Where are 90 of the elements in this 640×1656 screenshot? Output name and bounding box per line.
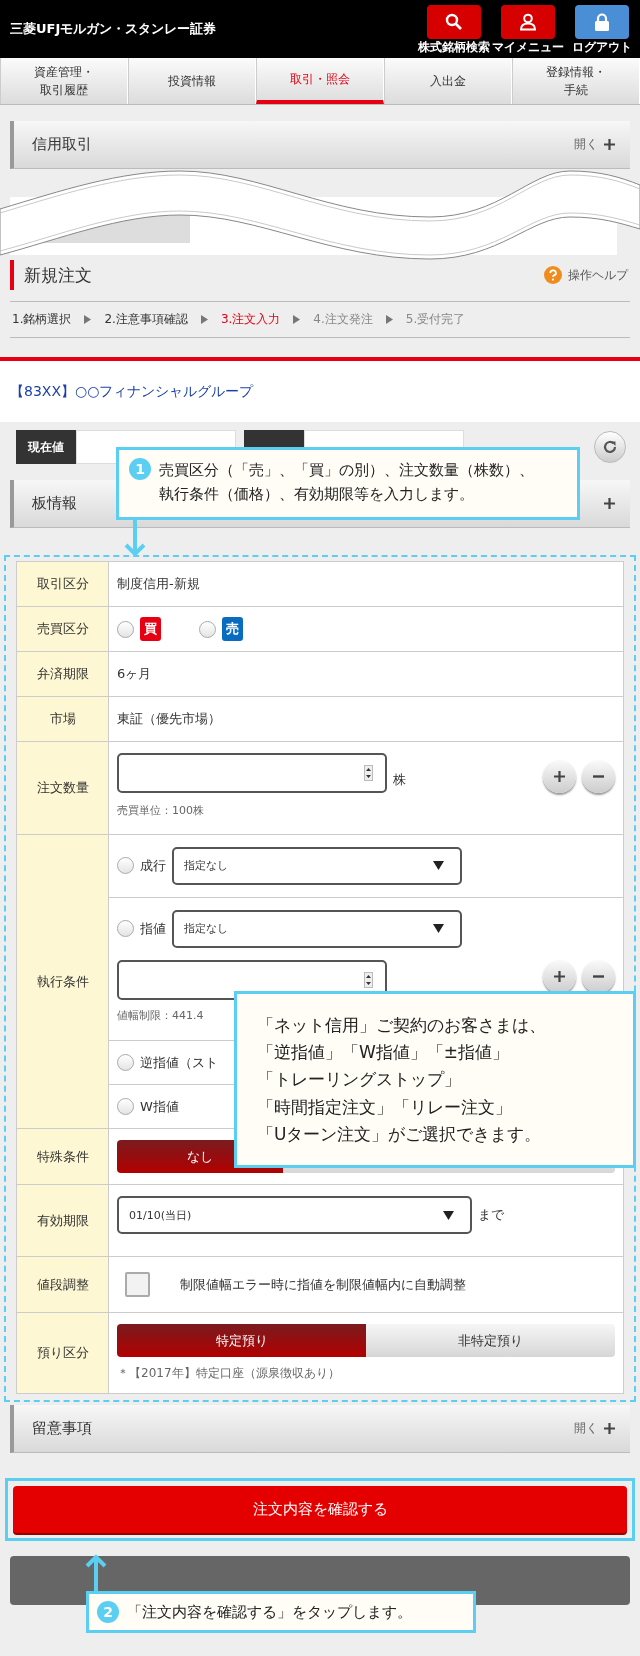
step-arrow-icon [84, 315, 92, 324]
field-label: 売買区分 [17, 607, 109, 651]
step-number-badge: 1 [129, 458, 151, 480]
field-value: 6ヶ月 [117, 665, 153, 683]
step-label: 3.注文入力 [220, 311, 281, 328]
user-icon [519, 13, 537, 31]
brand-logo: 三菱UFJモルガン・スタンレー証券 [10, 20, 217, 38]
field-label: 預り区分 [17, 1313, 109, 1393]
decrease-button[interactable] [582, 959, 615, 993]
page-title: 新規注文 [24, 263, 92, 287]
dropdown[interactable]: 指定なし [172, 846, 462, 885]
refresh-icon [602, 439, 618, 455]
nav-tab[interactable]: 登録情報・ 手続 [512, 58, 640, 104]
unit-label: 株 [393, 770, 406, 789]
radio-button[interactable] [117, 1054, 134, 1072]
logout-button[interactable]: ログアウト [566, 5, 638, 58]
step-label: 1.銘柄選択 [12, 311, 72, 328]
step-number-badge: 2 [97, 1601, 119, 1623]
caret-icon [433, 861, 444, 871]
step-arrow-icon [385, 315, 393, 324]
field-label: 有効期限 [17, 1185, 109, 1256]
increase-button[interactable] [543, 760, 576, 793]
field-value: 制度信用-新規 [117, 575, 201, 593]
stock-name-link[interactable]: 【83XX】○○フィナンシャルグループ [10, 382, 254, 401]
caret-icon [443, 1210, 454, 1220]
dropdown[interactable]: 指定なし [172, 909, 462, 948]
option-label: W指値 [140, 1097, 179, 1116]
plus-icon [553, 969, 566, 983]
spinner-icon[interactable] [364, 971, 373, 988]
help-icon [544, 266, 562, 284]
step-label: 4.注文発注 [313, 311, 373, 328]
field-label: 執行条件 [17, 835, 109, 1128]
stock-search-button[interactable]: 株式銘柄検索 [418, 5, 490, 58]
segment-button[interactable]: 非特定預り [366, 1324, 615, 1357]
quote-label: 現在値 [16, 430, 76, 464]
plus-icon [553, 770, 566, 783]
radio-button[interactable] [117, 620, 134, 638]
section-title: 信用取引 [32, 135, 92, 154]
hint-text: 売買単位：100株 [117, 803, 204, 818]
field-label: 市場 [17, 697, 109, 741]
help-link[interactable]: 操作ヘルプ [544, 266, 628, 284]
nav-tab[interactable]: 入出金 [384, 58, 512, 104]
radio-button[interactable] [117, 1098, 134, 1116]
field-label: 特殊条件 [17, 1129, 109, 1184]
search-icon [445, 13, 463, 31]
step-arrow-icon [293, 315, 301, 324]
callout-text: 「注文内容を確認する」をタップします。 [127, 1601, 412, 1623]
caret-icon [433, 924, 444, 934]
step-label: 5.受付完了 [405, 311, 466, 328]
plus-icon [603, 1422, 616, 1435]
field-label: 弁済期限 [17, 652, 109, 696]
section-title: 留意事項 [32, 1419, 92, 1438]
spinner-icon[interactable] [364, 764, 373, 781]
radio-button[interactable] [117, 857, 134, 875]
decrease-button[interactable] [582, 760, 615, 793]
field-label: 取引区分 [17, 562, 109, 606]
option-label: 指値 [140, 919, 166, 938]
section-title: 板情報 [32, 494, 77, 513]
step-arrow-icon [200, 315, 208, 324]
checkbox[interactable] [125, 1272, 150, 1297]
my-menu-button[interactable]: マイメニュー [492, 5, 564, 58]
side-badge: 売 [222, 617, 243, 641]
option-label: 成行 [140, 856, 166, 875]
radio-button[interactable] [199, 620, 216, 638]
lock-icon [594, 12, 610, 32]
expand-link[interactable]: 開く [574, 1420, 598, 1437]
field-label: 注文数量 [17, 742, 109, 834]
checkbox-label: 制限値幅エラー時に指値を制限値幅内に自動調整 [180, 1275, 466, 1294]
suffix-label: まで [478, 1206, 504, 1224]
confirm-button[interactable]: 注文内容を確認する [13, 1486, 627, 1533]
nav-tab[interactable]: 資産管理・ 取引履歴 [0, 58, 128, 104]
step-label: 2.注意事項確認 [104, 311, 188, 328]
refresh-button[interactable] [594, 431, 626, 463]
expand-link[interactable]: 開く [574, 136, 598, 153]
side-badge: 買 [140, 617, 161, 641]
plus-icon [603, 497, 616, 510]
callout-text: 売買区分（「売」、「買」の別）、注文数量（株数）、 執行条件（価格）、有効期限等を入力します。 [159, 460, 534, 505]
nav-tab[interactable]: 取引・照会 [256, 58, 384, 104]
radio-button[interactable] [117, 920, 134, 938]
field-value: 東証（優先市場） [117, 710, 222, 728]
hint-text: 値幅制限：441.4 [117, 1007, 204, 1023]
increase-button[interactable] [543, 959, 576, 993]
option-label: 逆指値（スト [140, 1053, 218, 1072]
segment-button[interactable]: 特定預り [117, 1324, 366, 1357]
dropdown[interactable]: 01/10(当日) [117, 1196, 472, 1234]
plus-icon [603, 138, 616, 151]
hint-text: ＊【2017年】特定口座（源泉徴収あり） [117, 1365, 340, 1382]
number-field[interactable] [117, 752, 387, 793]
nav-tab[interactable]: 投資情報 [128, 58, 256, 104]
field-label: 値段調整 [17, 1257, 109, 1312]
